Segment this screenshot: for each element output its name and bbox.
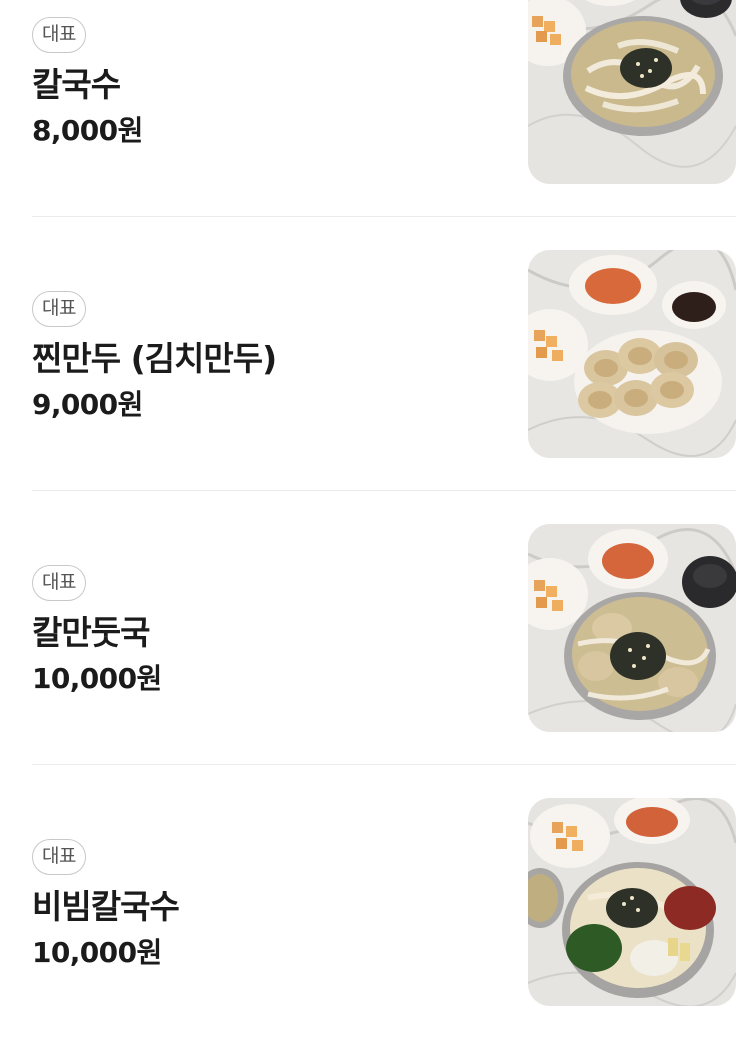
menu-item-name: 비빔칼국수 xyxy=(32,887,180,926)
menu-item-steamed-dumplings[interactable]: 대표 찐만두 (김치만두) 9,000원 xyxy=(32,217,736,491)
menu-item-kal-mandu-guk[interactable]: 대표 칼만둣국 10,000원 xyxy=(32,491,736,765)
menu-item-bibim-kalguksu[interactable]: 대표 비빔칼국수 10,000원 xyxy=(32,765,736,1039)
signature-badge: 대표 xyxy=(32,839,86,875)
menu-item-kalguksu[interactable]: 대표 칼국수 8,000원 xyxy=(32,0,736,217)
kal-mandu-guk-photo[interactable] xyxy=(528,524,736,732)
signature-badge: 대표 xyxy=(32,291,86,327)
menu-item-price: 8,000원 xyxy=(32,114,143,147)
menu-item-text: 대표 칼만둣국 10,000원 xyxy=(32,565,492,699)
menu-item-text: 대표 찐만두 (김치만두) 9,000원 xyxy=(32,291,492,425)
menu-item-text: 대표 칼국수 8,000원 xyxy=(32,17,492,151)
signature-badge: 대표 xyxy=(32,565,86,601)
menu-item-name: 칼국수 xyxy=(32,65,121,104)
menu-item-price: 10,000원 xyxy=(32,662,162,695)
bibim-kalguksu-photo[interactable] xyxy=(528,798,736,1006)
menu-item-name: 칼만둣국 xyxy=(32,613,150,652)
menu-item-name: 찐만두 (김치만두) xyxy=(32,339,277,378)
signature-badge: 대표 xyxy=(32,17,86,53)
menu-list: 대표 칼국수 8,000원 대표 찐만두 (김치만두) 9,000원 대표 칼만… xyxy=(0,0,750,1039)
menu-item-text: 대표 비빔칼국수 10,000원 xyxy=(32,839,492,973)
menu-item-price: 10,000원 xyxy=(32,936,162,969)
kalguksu-photo[interactable] xyxy=(528,0,736,184)
menu-item-price: 9,000원 xyxy=(32,388,143,421)
steamed-dumplings-photo[interactable] xyxy=(528,250,736,458)
